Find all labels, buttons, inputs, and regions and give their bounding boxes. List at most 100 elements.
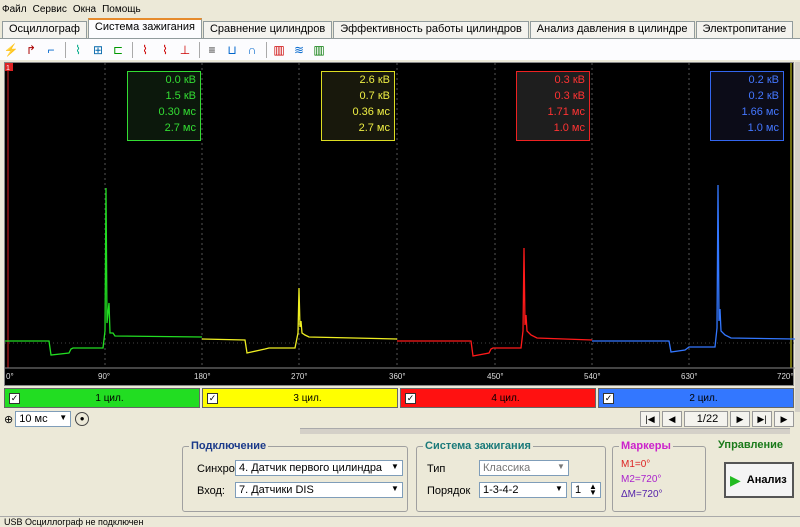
readout-value: 1.71 мс <box>547 106 585 118</box>
horizontal-scrollbar[interactable] <box>300 428 790 434</box>
chevron-down-icon: ▼ <box>391 484 399 493</box>
x-tick: 720° <box>777 372 794 381</box>
sync-value: 4. Датчик первого цилиндра <box>239 462 383 474</box>
x-tick: 540° <box>584 372 601 381</box>
cylinder-2-checkbox[interactable]: ✓ <box>603 392 614 404</box>
timebase-select[interactable]: 10 мс ▼ <box>15 411 72 427</box>
timebase-row: ⊕ 10 мс ▼ ● |◀ ◀ 1/22 ▶ ▶| ▶ <box>4 410 794 428</box>
order-select[interactable]: 1-3-4-2 ▼ <box>479 482 567 498</box>
arrow-icon[interactable]: ↱ <box>22 41 40 59</box>
order-spin[interactable]: 1 ▲ ▼ <box>571 482 601 498</box>
play-icon: ▶ <box>730 471 741 488</box>
waveform-icon[interactable]: ⌇ <box>136 41 154 59</box>
tab-ignition-system[interactable]: Система зажигания <box>87 18 202 38</box>
tab-cylinder-efficiency[interactable]: Эффективность работы цилиндров <box>333 21 529 38</box>
x-tick: 0° <box>6 372 14 381</box>
connection-title: Подключение <box>189 440 269 452</box>
x-tick: 90° <box>98 372 110 381</box>
timebase-value: 10 мс <box>19 413 48 425</box>
pulse-icon[interactable]: ⌐ <box>42 41 60 59</box>
cylinder-1-label: 1 цил. <box>95 392 124 404</box>
input-select[interactable]: 7. Датчики DIS ▼ <box>235 482 403 498</box>
chevron-down-icon: ▼ <box>59 413 68 422</box>
last-page-button[interactable]: ▶| <box>752 411 772 427</box>
menu-help[interactable]: Помощь <box>102 4 141 15</box>
readout-value: 0.2 кВ <box>748 74 780 86</box>
readout-value: 0.3 кВ <box>554 74 586 86</box>
probe-icon[interactable]: ⚡ <box>2 41 20 59</box>
tab-cylinder-compare[interactable]: Сравнение цилиндров <box>202 21 333 38</box>
readout-value: 0.7 кВ <box>359 90 391 102</box>
toolbar-separator <box>132 41 133 58</box>
waveform-alt-icon[interactable]: ⌇ <box>156 41 174 59</box>
page-value: 1/22 <box>696 413 719 425</box>
tab-power-supply[interactable]: Электропитание <box>695 21 794 38</box>
lines-icon[interactable]: ≡ <box>203 41 221 59</box>
marker-delta-value: ΔM=720° <box>621 489 663 500</box>
bracket-icon[interactable]: ⊔ <box>223 41 241 59</box>
type-select[interactable]: Классика ▼ <box>479 460 569 476</box>
input-label: Вход: <box>197 485 225 497</box>
first-page-button[interactable]: |◀ <box>640 411 660 427</box>
sync-select[interactable]: 4. Датчик первого цилиндра ▼ <box>235 460 403 476</box>
order-value: 1-3-4-2 <box>483 484 519 496</box>
chevron-down-icon: ▼ <box>555 484 563 493</box>
tab-pressure-analysis[interactable]: Анализ давления в цилиндре <box>529 21 695 38</box>
oscilloscope-display[interactable]: 1 0° 90° 180° 270° 360° 450° 540° 630° 7… <box>4 62 795 386</box>
readout-value: 2.6 кВ <box>359 74 391 86</box>
cylinder-3-checkbox[interactable]: ✓ <box>207 392 218 404</box>
readout-value: 0.2 кВ <box>748 90 780 102</box>
tab-oscilloscope[interactable]: Осциллограф <box>2 21 87 38</box>
x-tick: 360° <box>389 372 406 381</box>
order-spin-value: 1 <box>575 484 582 496</box>
cylinder-1-toggle[interactable]: ✓ 1 цил. <box>4 388 200 408</box>
vertical-scrollbar[interactable] <box>795 62 800 412</box>
control-group: Управление ▶ Анализ <box>712 439 798 512</box>
readout-value: 0.36 мс <box>352 106 390 118</box>
cylinder-3-label: 3 цил. <box>293 392 322 404</box>
toolbar: ⚡ ↱ ⌐ ⌇ ⊞ ⊏ ⌇ ⌇ ⊥ ≡ ⊔ ∩ ▥ ≋ ▥ <box>0 38 800 60</box>
readout-cylinder-2: 0.2 кВ 0.2 кВ 1.66 мс 1.0 мс <box>710 71 784 141</box>
spike-icon[interactable]: ⊥ <box>176 41 194 59</box>
readout-value: 0.3 кВ <box>554 90 586 102</box>
menu-bar: Файл Сервис Окна Помощь <box>0 0 800 18</box>
x-tick: 630° <box>681 372 698 381</box>
prev-page-button[interactable]: ◀ <box>662 411 682 427</box>
marker-m1-value: M1=0° <box>621 459 651 470</box>
marker-m2-value: M2=720° <box>621 474 662 485</box>
cylinder-4-toggle[interactable]: ✓ 4 цил. <box>400 388 596 408</box>
step-icon[interactable]: ⊏ <box>109 41 127 59</box>
marker-m1-label: 1 <box>6 65 10 72</box>
timebase-icon: ⊕ <box>4 413 14 426</box>
page-indicator: 1/22 <box>684 411 728 427</box>
scroll-right-button[interactable]: ▶ <box>774 411 794 427</box>
menu-file[interactable]: Файл <box>2 4 27 15</box>
grid-icon[interactable]: ⊞ <box>89 41 107 59</box>
loop-icon[interactable]: ∩ <box>243 41 261 59</box>
type-value: Классика <box>483 462 531 474</box>
zoom-icon[interactable]: ● <box>75 412 90 426</box>
readout-value: 1.0 мс <box>747 122 779 134</box>
bar-chart-alt-icon[interactable]: ▥ <box>310 41 328 59</box>
readout-value: 2.7 мс <box>164 122 196 134</box>
x-tick: 270° <box>291 372 308 381</box>
analyze-button[interactable]: ▶ Анализ <box>724 462 794 498</box>
cylinder-3-toggle[interactable]: ✓ 3 цил. <box>202 388 398 408</box>
trace-cylinder-2 <box>592 184 795 353</box>
bar-chart-icon[interactable]: ▥ <box>270 41 288 59</box>
spin-arrows-icon: ▲ ▼ <box>589 482 597 497</box>
next-page-button[interactable]: ▶ <box>730 411 750 427</box>
signal-icon[interactable]: ⌇ <box>69 41 87 59</box>
readout-cylinder-3: 2.6 кВ 0.7 кВ 0.36 мс 2.7 мс <box>321 71 395 141</box>
control-title: Управление <box>716 439 786 451</box>
cylinder-1-checkbox[interactable]: ✓ <box>9 392 20 404</box>
wave-stack-icon[interactable]: ≋ <box>290 41 308 59</box>
cylinder-2-toggle[interactable]: ✓ 2 цил. <box>598 388 794 408</box>
input-value: 7. Датчики DIS <box>239 484 314 496</box>
menu-windows[interactable]: Окна <box>73 4 96 15</box>
markers-title: Маркеры <box>619 440 673 452</box>
menu-service[interactable]: Сервис <box>33 4 67 15</box>
readout-value: 1.66 мс <box>741 106 779 118</box>
cylinder-4-checkbox[interactable]: ✓ <box>405 392 416 404</box>
status-bar: USB Осциллограф не подключен <box>0 516 800 527</box>
